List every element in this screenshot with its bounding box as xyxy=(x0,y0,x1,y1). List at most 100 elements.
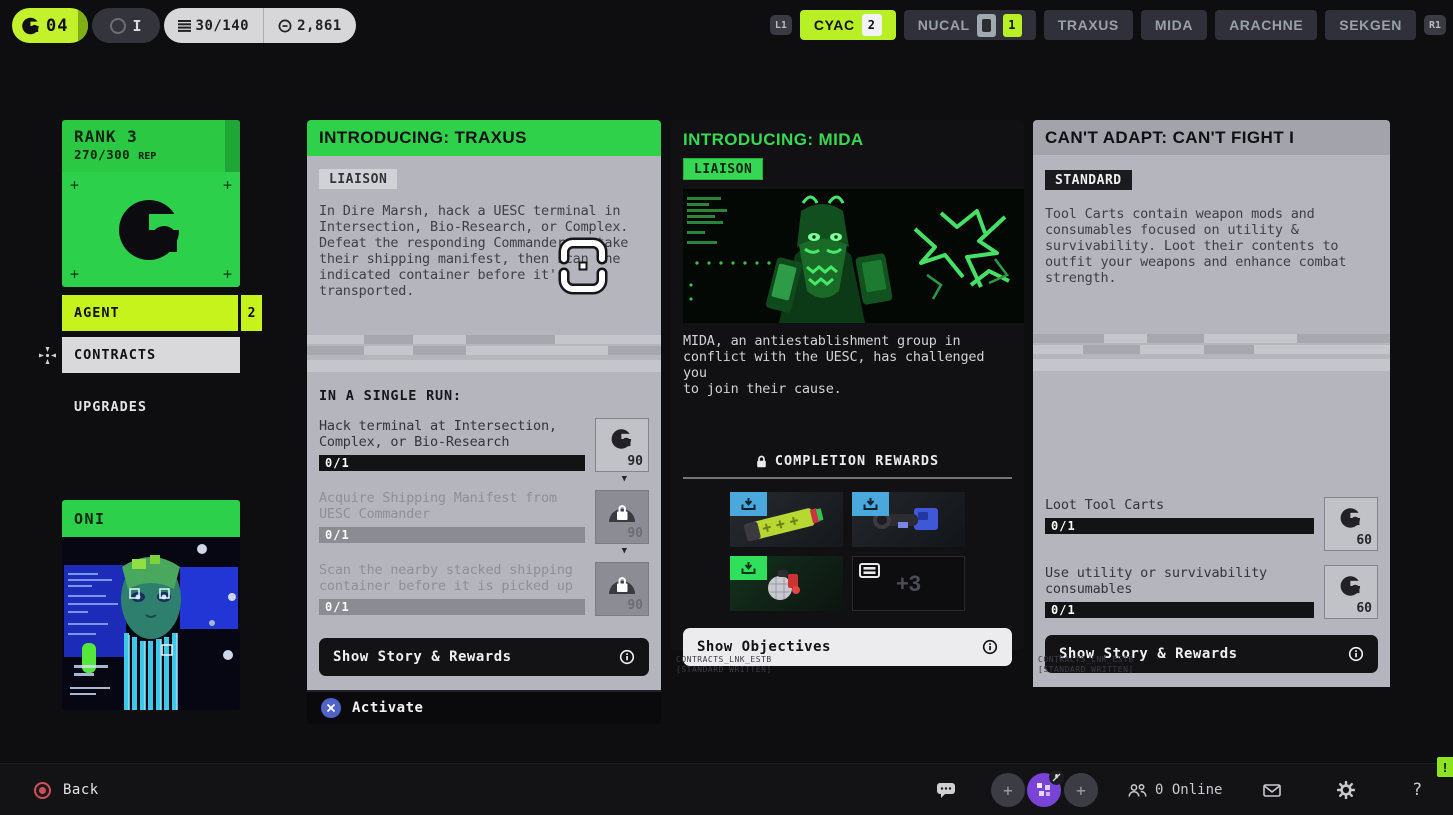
objective-row: Use utility or survivability consumables… xyxy=(1045,565,1378,619)
player-level-pill: 04 xyxy=(12,8,88,43)
objective-row-locked: Acquire Shipping Manifest from UESC Comm… xyxy=(319,490,649,544)
oni-card: ONI xyxy=(62,500,240,710)
reward-value: 90 xyxy=(627,454,643,469)
device-icon xyxy=(977,14,996,37)
spacer xyxy=(1045,371,1378,483)
notification-alert-badge[interactable]: ! xyxy=(1437,757,1453,777)
lock-icon xyxy=(607,498,637,524)
party-slot-right[interactable]: + xyxy=(1064,764,1098,815)
contract-description: Tool Carts contain weapon mods and consu… xyxy=(1045,206,1378,286)
reward-box: 60 xyxy=(1324,497,1378,551)
party-avatar[interactable] xyxy=(1027,764,1061,815)
faction-emblem-icon xyxy=(111,190,191,270)
sidebar-item-upgrades[interactable]: UPGRADES xyxy=(62,389,240,425)
player-level: 04 xyxy=(42,16,82,36)
avatar-glyph xyxy=(1035,781,1053,799)
tab-cyac-badge: 2 xyxy=(862,14,882,36)
mic-muted-icon xyxy=(1049,770,1064,785)
objective-text: Hack terminal at Intersection, Complex, … xyxy=(319,418,585,450)
left-bumper-icon: L1 xyxy=(770,15,792,35)
level-progress-edge xyxy=(78,8,88,43)
online-count: 0 Online xyxy=(1155,782,1222,798)
objective-progress-bar: 0/1 xyxy=(319,599,585,615)
tab-cyac[interactable]: CYAC 2 xyxy=(800,10,896,40)
stash-icon xyxy=(859,563,880,578)
reward-tile[interactable] xyxy=(852,492,965,547)
reward-value: 90 xyxy=(627,526,643,541)
reward-tile[interactable] xyxy=(730,556,843,611)
footnote-line: [STANDARD WRITTEN] xyxy=(1038,665,1134,675)
tab-label: TRAXUS xyxy=(1058,17,1119,33)
reward-tile[interactable] xyxy=(730,492,843,547)
oni-portrait-image xyxy=(62,537,240,710)
sidebar-item-agent[interactable]: AGENT 2 xyxy=(62,295,262,331)
show-story-rewards-button[interactable]: Show Story & Rewards xyxy=(319,638,649,676)
add-player-icon: + xyxy=(1064,773,1098,807)
gear-icon xyxy=(1337,781,1355,799)
tab-nucal[interactable]: NUCAL 1 xyxy=(904,10,1036,40)
card-title: INTRODUCING: TRAXUS xyxy=(307,120,661,156)
tab-mida[interactable]: MIDA xyxy=(1141,10,1207,40)
mida-intro-image xyxy=(683,189,1024,323)
card-title: INTRODUCING: MIDA xyxy=(683,120,1012,150)
objective-row: Hack terminal at Intersection, Complex, … xyxy=(319,418,649,472)
objective-progress-bar: 0/1 xyxy=(1045,602,1314,618)
rep-suffix: REP xyxy=(138,151,156,162)
footnote-line: [STANDARD WRITTEN] xyxy=(676,665,772,675)
corner-mark: + xyxy=(70,269,79,279)
help-button[interactable]: ? xyxy=(1412,764,1422,815)
contract-type-badge: LIAISON xyxy=(319,169,397,189)
rep-progress-remainder xyxy=(225,120,240,172)
credits-icon xyxy=(278,19,292,33)
rank-title: RANK 3 xyxy=(74,127,228,146)
agent-badge: 2 xyxy=(241,295,262,331)
card-body: STANDARD Tool Carts contain weapon mods … xyxy=(1033,155,1390,687)
reward-tile-more[interactable]: +3 xyxy=(852,556,965,611)
tab-label: ARACHNE xyxy=(1229,17,1303,33)
chain-arrow-icon: ▼ xyxy=(319,476,649,482)
tab-nucal-badge: 1 xyxy=(1003,14,1022,37)
contract-description: MIDA, an antiestablishment group in conf… xyxy=(683,333,1012,397)
corner-mark: + xyxy=(223,269,232,279)
rep-value: 270/300 xyxy=(74,147,130,162)
tab-arachne[interactable]: ARACHNE xyxy=(1215,10,1317,40)
chat-icon xyxy=(936,782,956,799)
objective-text: Acquire Shipping Manifest from UESC Comm… xyxy=(319,490,585,522)
top-bar: 04 I 30/140 2,86 xyxy=(0,8,1453,44)
activate-action-bar[interactable]: Activate xyxy=(307,690,661,724)
party-slot-left[interactable]: + xyxy=(991,764,1025,815)
question-icon: ? xyxy=(1412,780,1422,800)
tab-traxus[interactable]: TRAXUS xyxy=(1044,10,1133,40)
decorative-bars xyxy=(307,335,661,372)
info-icon xyxy=(1348,646,1364,662)
decorative-bars xyxy=(1033,334,1390,371)
contract-type-badge: LIAISON xyxy=(683,158,763,180)
sidebar-item-contracts[interactable]: CONTRACTS xyxy=(62,337,240,373)
info-icon xyxy=(619,649,635,665)
reputation-icon xyxy=(1338,573,1364,599)
objective-progress-bar: 0/1 xyxy=(319,527,585,543)
reward-value: 60 xyxy=(1356,533,1372,548)
activate-label: Activate xyxy=(352,700,423,716)
back-label: Back xyxy=(63,782,99,798)
player-avatar xyxy=(1027,773,1061,807)
objective-text: Scan the nearby stacked shipping contain… xyxy=(319,562,585,594)
tab-sekgen[interactable]: SEKGEN xyxy=(1325,10,1416,40)
player-stats-group: 04 I 30/140 2,86 xyxy=(12,8,356,43)
dpad-icon xyxy=(38,346,57,365)
contract-footnote: CONTRACTS_LNK_ESTB [STANDARD WRITTEN] xyxy=(1038,655,1134,675)
deliver-icon xyxy=(741,498,756,511)
contract-card-cant-adapt: CAN'T ADAPT: CAN'T FIGHT I STANDARD Tool… xyxy=(1033,120,1390,687)
corner-mark: + xyxy=(70,180,79,190)
list-icon xyxy=(178,20,191,32)
rank-emblem-panel: + + + + xyxy=(62,172,240,287)
chat-button[interactable] xyxy=(936,764,956,815)
objective-row: Loot Tool Carts 0/1 60 xyxy=(1045,497,1378,551)
reward-value: 60 xyxy=(1356,601,1372,616)
objective-text: Loot Tool Carts xyxy=(1045,497,1314,513)
objectives-heading: IN A SINGLE RUN: xyxy=(319,388,649,404)
back-button[interactable]: Back xyxy=(34,764,99,815)
settings-button[interactable] xyxy=(1337,764,1355,815)
completion-rewards-grid: +3 xyxy=(730,492,965,611)
mail-button[interactable] xyxy=(1263,764,1281,815)
